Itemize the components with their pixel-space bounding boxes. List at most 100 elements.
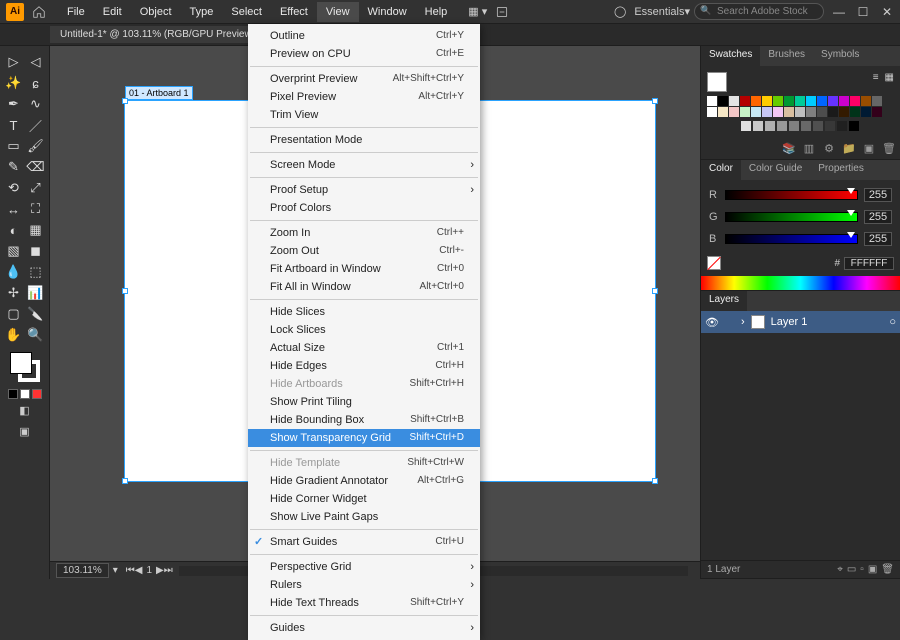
artboard-tool[interactable]: ▢ xyxy=(4,304,24,324)
direct-selection-tool[interactable]: ◁ xyxy=(26,52,46,72)
menu-window[interactable]: Window xyxy=(359,2,416,22)
tab-color[interactable]: Color xyxy=(701,160,741,180)
tab-symbols[interactable]: Symbols xyxy=(813,46,867,66)
view-fit-artboard-in-window[interactable]: Fit Artboard in WindowCtrl+0 xyxy=(248,260,480,278)
layer-row[interactable]: 👁 › Layer 1 ○ xyxy=(701,311,900,333)
none-swatch[interactable] xyxy=(707,256,721,270)
swatch[interactable] xyxy=(707,107,717,117)
swatch[interactable] xyxy=(784,96,794,106)
library-icon[interactable]: 📚 xyxy=(782,141,796,155)
swatch[interactable] xyxy=(762,107,772,117)
document-tab[interactable]: Untitled-1* @ 103.11% (RGB/GPU Preview) … xyxy=(50,26,279,43)
view-outline[interactable]: OutlineCtrl+Y xyxy=(248,27,480,45)
view-hide-gradient-annotator[interactable]: Hide Gradient AnnotatorAlt+Ctrl+G xyxy=(248,472,480,490)
swatch[interactable] xyxy=(839,96,849,106)
column-graph-tool[interactable]: 📊 xyxy=(26,283,46,303)
view-actual-size[interactable]: Actual SizeCtrl+1 xyxy=(248,339,480,357)
menu-select[interactable]: Select xyxy=(222,2,271,22)
view-smart-guides[interactable]: Smart GuidesCtrl+U xyxy=(248,533,480,551)
view-hide-edges[interactable]: Hide EdgesCtrl+H xyxy=(248,357,480,375)
delete-layer-icon[interactable]: 🗑 xyxy=(881,564,894,575)
swatch[interactable] xyxy=(825,121,835,131)
swatch[interactable] xyxy=(729,96,739,106)
magic-wand-tool[interactable]: ✨ xyxy=(4,73,24,93)
swatch[interactable] xyxy=(813,121,823,131)
close-button[interactable]: ✕ xyxy=(880,5,894,19)
artboard-nav-last-icon[interactable]: ⏭ xyxy=(164,565,173,576)
rotate-tool[interactable]: ⟲ xyxy=(4,178,24,198)
eraser-tool[interactable]: ⌫ xyxy=(26,157,46,177)
swatch[interactable] xyxy=(718,107,728,117)
curvature-tool[interactable]: ∿ xyxy=(26,94,46,114)
zoom-tool[interactable]: 🔍 xyxy=(26,325,46,345)
gradient-tool[interactable]: ◼ xyxy=(26,241,46,261)
view-show-live-paint-gaps[interactable]: Show Live Paint Gaps xyxy=(248,508,480,526)
swatch[interactable] xyxy=(872,96,882,106)
draw-mode[interactable]: ◧ xyxy=(10,400,40,420)
swatch-list-icon[interactable]: ≡ xyxy=(873,72,879,92)
view-hide-text-threads[interactable]: Hide Text ThreadsShift+Ctrl+Y xyxy=(248,594,480,612)
tab-color-guide[interactable]: Color Guide xyxy=(741,160,810,180)
swatch[interactable] xyxy=(817,107,827,117)
width-tool[interactable]: ↔ xyxy=(4,199,24,219)
tab-layers[interactable]: Layers xyxy=(701,291,747,311)
swatch[interactable] xyxy=(762,96,772,106)
view-hide-slices[interactable]: Hide Slices xyxy=(248,303,480,321)
hex-input[interactable] xyxy=(844,257,894,270)
tab-properties[interactable]: Properties xyxy=(810,160,872,180)
minimize-button[interactable]: — xyxy=(832,5,846,19)
swatch[interactable] xyxy=(849,121,859,131)
menu-object[interactable]: Object xyxy=(131,2,181,22)
r-slider[interactable] xyxy=(725,190,858,200)
view-show-transparency-grid[interactable]: Show Transparency GridShift+Ctrl+D xyxy=(248,429,480,447)
swatch[interactable] xyxy=(817,96,827,106)
make-clip-icon[interactable]: ▭ xyxy=(847,564,856,575)
workspace-switcher[interactable]: Essentials ▾ xyxy=(634,5,690,18)
swatch[interactable] xyxy=(740,96,750,106)
menu-type[interactable]: Type xyxy=(181,2,223,22)
new-sublayer-icon[interactable]: ▫ xyxy=(860,564,864,575)
locate-icon[interactable]: ⌖ xyxy=(837,564,843,575)
view-show-print-tiling[interactable]: Show Print Tiling xyxy=(248,393,480,411)
hand-tool[interactable]: ✋ xyxy=(4,325,24,345)
swatch[interactable] xyxy=(751,96,761,106)
view-trim-view[interactable]: Trim View xyxy=(248,106,480,124)
swatch[interactable] xyxy=(828,107,838,117)
view-hide-corner-widget[interactable]: Hide Corner Widget xyxy=(248,490,480,508)
arrange-docs-icon[interactable]: ▦ ▾ xyxy=(468,5,487,18)
search-stock-input[interactable]: Search Adobe Stock xyxy=(694,3,824,20)
perspective-grid-tool[interactable]: ▦ xyxy=(26,220,46,240)
swatch-grid-icon[interactable]: ▦ xyxy=(885,72,894,92)
zoom-level[interactable]: 103.11% xyxy=(56,563,109,578)
search-icon[interactable]: ◯ xyxy=(614,5,626,18)
maximize-button[interactable]: ☐ xyxy=(856,5,870,19)
swatch[interactable] xyxy=(839,107,849,117)
menu-view[interactable]: View xyxy=(317,2,359,22)
view-fit-all-in-window[interactable]: Fit All in WindowAlt+Ctrl+0 xyxy=(248,278,480,296)
view-presentation-mode[interactable]: Presentation Mode xyxy=(248,131,480,149)
eyedropper-tool[interactable]: 💧 xyxy=(4,262,24,282)
color-mode-toggles[interactable] xyxy=(8,389,42,399)
swatch-options-icon[interactable]: ⚙ xyxy=(822,141,836,155)
new-swatch-icon[interactable]: ▣ xyxy=(862,141,876,155)
b-value[interactable]: 255 xyxy=(864,232,892,246)
spectrum-picker[interactable] xyxy=(701,276,900,290)
lasso-tool[interactable]: ɕ xyxy=(26,73,46,93)
menu-effect[interactable]: Effect xyxy=(271,2,317,22)
swatch[interactable] xyxy=(861,96,871,106)
shaper-tool[interactable]: ✎ xyxy=(4,157,24,177)
view-zoom-in[interactable]: Zoom InCtrl++ xyxy=(248,224,480,242)
view-lock-slices[interactable]: Lock Slices xyxy=(248,321,480,339)
paintbrush-tool[interactable]: 🖌 xyxy=(26,136,46,156)
swatch[interactable] xyxy=(850,96,860,106)
swatch[interactable] xyxy=(872,107,882,117)
view-pixel-preview[interactable]: Pixel PreviewAlt+Ctrl+Y xyxy=(248,88,480,106)
view-preview-on-cpu[interactable]: Preview on CPUCtrl+E xyxy=(248,45,480,63)
layer-name[interactable]: Layer 1 xyxy=(771,316,808,328)
view-perspective-grid[interactable]: Perspective Grid xyxy=(248,558,480,576)
selection-tool[interactable]: ▷ xyxy=(4,52,24,72)
fill-stroke-control[interactable] xyxy=(10,352,40,382)
swatch[interactable] xyxy=(806,107,816,117)
view-zoom-out[interactable]: Zoom OutCtrl+- xyxy=(248,242,480,260)
view-guides[interactable]: Guides xyxy=(248,619,480,637)
